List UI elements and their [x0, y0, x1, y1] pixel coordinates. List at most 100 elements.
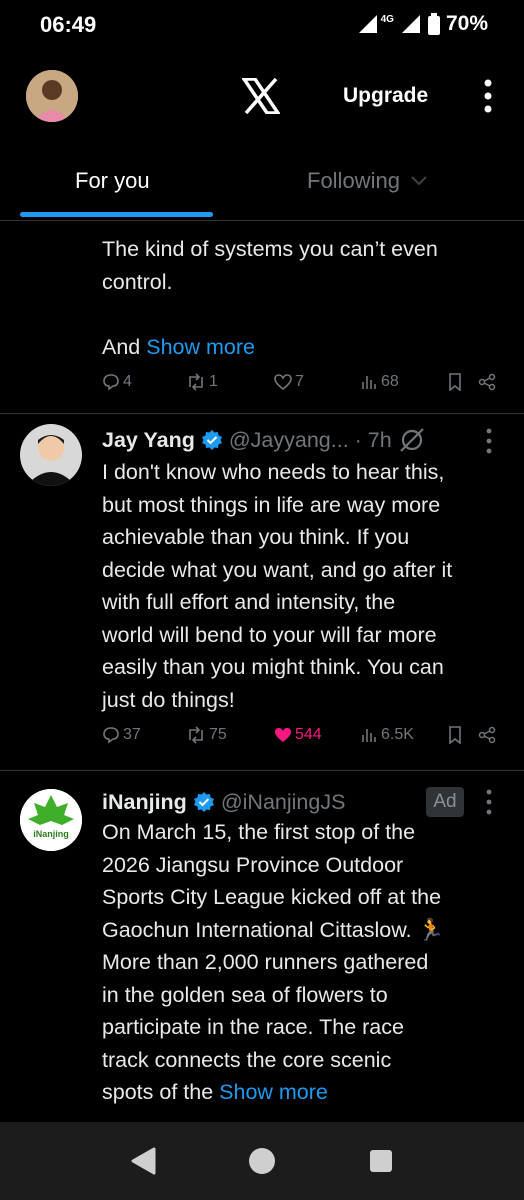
like-icon: [274, 374, 292, 391]
timeline-tabs: For you Following: [0, 140, 524, 221]
home-icon[interactable]: [248, 1147, 276, 1175]
reply-button[interactable]: 37: [102, 726, 141, 744]
tweet-3-ad[interactable]: iNanjing iNanjing @iNanjingJS Ad On Marc…: [0, 771, 524, 1121]
tweet-2[interactable]: Jay Yang @Jayyang... · 7h I don't know w…: [0, 414, 524, 770]
tweet-line: participate in the race. The race: [102, 1015, 404, 1039]
author-name[interactable]: iNanjing: [102, 790, 187, 815]
tab-following[interactable]: Following: [307, 168, 428, 194]
tweet-line: control.: [102, 269, 173, 294]
tweet-time: · 7h: [354, 427, 392, 452]
tweet-text: On March 15, the first stop of the 2026 …: [102, 816, 517, 1109]
reply-icon: [103, 374, 119, 391]
show-more-link[interactable]: Show more: [146, 335, 255, 359]
tweet-line: but most things in life are way more: [102, 492, 441, 517]
repost-icon: [189, 726, 203, 744]
repost-count: 75: [209, 726, 227, 743]
views-button[interactable]: 6.5K: [360, 726, 414, 744]
like-button[interactable]: 7: [274, 373, 304, 391]
jay-actions: 37 75 544 6.5K: [0, 726, 524, 756]
show-more-link[interactable]: Show more: [219, 1080, 328, 1104]
tweet-line: world will bend to your will far more: [102, 622, 437, 647]
x-logo-icon[interactable]: [242, 78, 280, 114]
active-tab-indicator: [20, 212, 213, 217]
tab-following-label: Following: [307, 168, 400, 193]
share-icon[interactable]: [478, 726, 496, 744]
tweet-line: [102, 298, 512, 331]
tweet-line: easily than you might think. You can: [102, 655, 444, 679]
like-button[interactable]: 544: [274, 726, 322, 744]
status-bar: 06:49 4G 70%: [0, 0, 524, 56]
tweet-line: And Show more: [102, 331, 512, 364]
tweet-header: Jay Yang @Jayyang... · 7h: [102, 424, 426, 456]
upgrade-button[interactable]: Upgrade: [343, 84, 428, 108]
author-avatar[interactable]: iNanjing: [20, 789, 82, 851]
tab-for-you[interactable]: For you: [75, 168, 150, 194]
timeline-feed: The kind of systems you can’t even contr…: [0, 221, 524, 1121]
status-icons: 4G 70%: [357, 12, 488, 36]
tweet-line: decide what you want, and go after it: [102, 557, 453, 582]
reply-count: 4: [123, 373, 132, 390]
signal-icon: [358, 15, 377, 33]
verified-icon: [193, 792, 214, 812]
like-count: 544: [295, 726, 322, 743]
share-icon[interactable]: [478, 373, 496, 391]
tweet-line: I don't know who needs to hear this,: [102, 460, 445, 484]
more-icon[interactable]: [484, 789, 494, 815]
tweet-text: I don't know who needs to hear this, but…: [102, 456, 512, 716]
tweet-line: track connects the core scenic: [102, 1047, 392, 1072]
tweet-line: Sports City League kicked off at the: [102, 885, 442, 909]
tweet-1[interactable]: The kind of systems you can’t even contr…: [0, 221, 524, 413]
bookmark-icon[interactable]: [447, 726, 463, 744]
repost-button[interactable]: 75: [186, 726, 227, 744]
repost-button[interactable]: 1: [186, 373, 218, 391]
tweet-line: just do things!: [102, 687, 235, 712]
tweet-line: 2026 Jiangsu Province Outdoor: [102, 852, 404, 877]
tweet-header: iNanjing @iNanjingJS: [102, 786, 345, 818]
tweet-line-text: And: [102, 334, 147, 359]
views-count: 68: [381, 373, 399, 390]
more-options-icon[interactable]: [478, 78, 498, 114]
tweet-line: in the golden sea of flowers to: [102, 982, 388, 1007]
ad-badge: Ad: [426, 787, 464, 817]
tweet-line: achievable than you think. If you: [102, 525, 410, 549]
network-type: 4G: [380, 13, 394, 25]
reply-button[interactable]: 4: [102, 373, 132, 391]
views-count: 6.5K: [381, 726, 414, 743]
views-icon: [362, 376, 376, 389]
tweet-line: with full effort and intensity, the: [102, 590, 396, 614]
battery-percent: 70%: [445, 12, 488, 35]
signal-icon-2: [401, 15, 420, 33]
tweet-line: The kind of systems you can’t even: [102, 237, 438, 261]
grok-icon[interactable]: [398, 426, 426, 454]
like-count: 7: [295, 373, 304, 390]
avatar-logo-text: iNanjing: [33, 829, 69, 839]
like-icon: [275, 728, 291, 742]
views-icon: [362, 729, 376, 742]
battery-icon: [427, 13, 440, 35]
author-name[interactable]: Jay Yang: [102, 428, 195, 453]
recents-icon[interactable]: [369, 1149, 393, 1173]
tweet-line: spots of the Show more: [102, 1076, 517, 1109]
tweet-actions: 4 1 7 68: [0, 373, 524, 403]
reply-icon: [103, 727, 119, 744]
author-handle[interactable]: @iNanjingJS: [221, 790, 346, 815]
profile-avatar[interactable]: [26, 70, 78, 122]
tweet-line-text: spots of the: [102, 1080, 220, 1104]
views-button[interactable]: 68: [360, 373, 399, 391]
more-icon[interactable]: [484, 428, 494, 454]
author-avatar[interactable]: [20, 424, 82, 486]
reply-count: 37: [123, 726, 141, 743]
tweet-line: Gaochun International Cittaslow. 🏃: [102, 917, 445, 942]
verified-icon: [201, 430, 222, 450]
tweet-text: The kind of systems you can’t even contr…: [102, 233, 512, 363]
status-time: 06:49: [40, 12, 97, 37]
author-handle[interactable]: @Jayyang...: [229, 428, 349, 453]
repost-count: 1: [209, 373, 218, 390]
top-header: Upgrade: [0, 56, 524, 140]
back-icon[interactable]: [130, 1147, 156, 1175]
chevron-down-icon: [411, 176, 427, 186]
repost-icon: [189, 373, 203, 391]
system-nav-bar: [0, 1122, 524, 1200]
bookmark-icon[interactable]: [447, 373, 463, 391]
tweet-line: On March 15, the first stop of the: [102, 820, 416, 844]
